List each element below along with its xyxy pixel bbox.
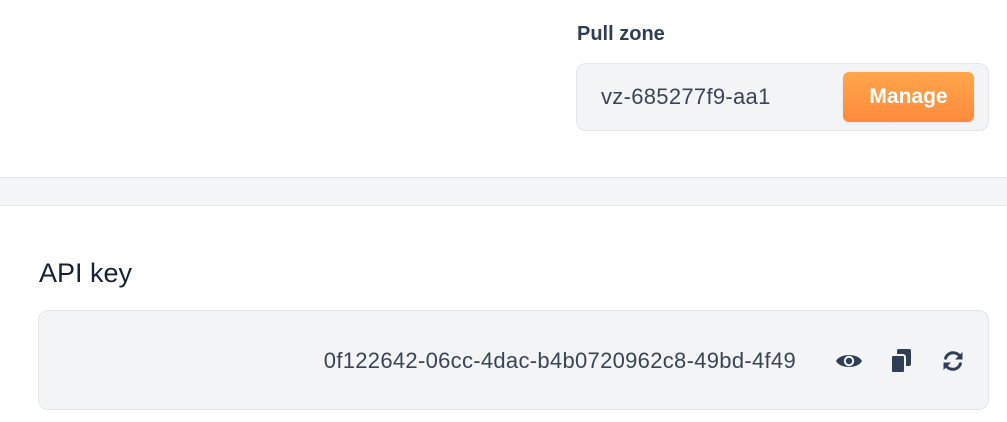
section-divider [0,178,1007,206]
api-key-title: API key [39,258,133,288]
api-key-card: API key 0f122642-06cc-4dac-b4b0720962c8-… [0,206,1007,422]
eye-icon[interactable] [833,345,865,377]
pull-zone-field: vz-685277f9-aa1 Manage [576,63,989,131]
copy-icon[interactable] [885,345,917,377]
pull-zone-label: Pull zone [577,23,665,45]
pull-zone-card: Pull zone vz-685277f9-aa1 Manage [0,0,1007,178]
api-key-value: 0f122642-06cc-4dac-b4b0720962c8-49bd-4f4… [323,348,796,373]
pull-zone-value: vz-685277f9-aa1 [601,84,771,109]
api-key-field: 0f122642-06cc-4dac-b4b0720962c8-49bd-4f4… [38,310,989,410]
manage-button[interactable]: Manage [843,72,974,122]
refresh-icon[interactable] [937,345,969,377]
